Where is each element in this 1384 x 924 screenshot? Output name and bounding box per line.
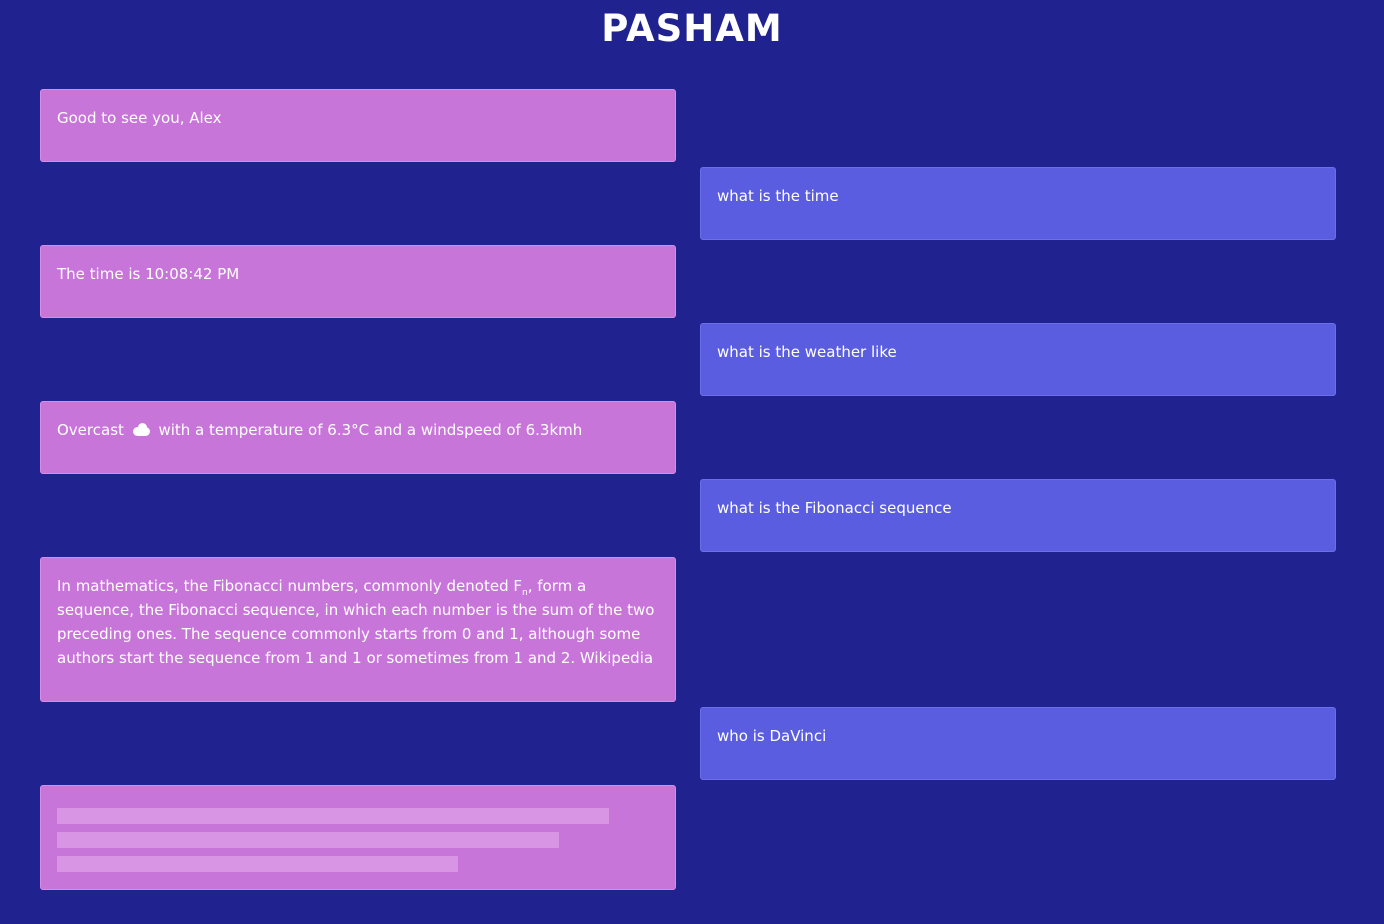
user-message-time: what is the time: [700, 167, 1336, 240]
bot-message-fibonacci: In mathematics, the Fibonacci numbers, c…: [40, 557, 676, 702]
message-text: what is the Fibonacci sequence: [717, 499, 952, 517]
bot-message-loading: [40, 785, 676, 890]
user-message-fibonacci: what is the Fibonacci sequence: [700, 479, 1336, 552]
message-text-part1: In mathematics, the Fibonacci numbers, c…: [57, 577, 522, 595]
user-message-weather: what is the weather like: [700, 323, 1336, 396]
message-text: who is DaVinci: [717, 727, 827, 745]
cloud-icon: [132, 423, 150, 436]
message-text: Good to see you, Alex: [57, 109, 222, 127]
bot-message-time: The time is 10:08:42 PM: [40, 245, 676, 318]
bot-message-greeting: Good to see you, Alex: [40, 89, 676, 162]
message-text: what is the time: [717, 187, 839, 205]
loading-skeleton-line: [57, 856, 458, 872]
message-text: The time is 10:08:42 PM: [57, 265, 240, 283]
bot-message-weather: Overcast with a temperature of 6.3°C and…: [40, 401, 676, 474]
loading-skeleton-line: [57, 832, 559, 848]
user-message-davinci: who is DaVinci: [700, 707, 1336, 780]
message-text: what is the weather like: [717, 343, 897, 361]
message-text-suffix: with a temperature of 6.3°C and a windsp…: [158, 421, 583, 439]
app-title: PASHAM: [601, 7, 783, 50]
message-text-prefix: Overcast: [57, 421, 124, 439]
loading-skeleton-line: [57, 808, 609, 824]
chat-app: PASHAM Good to see you, Alex what is the…: [0, 0, 1384, 924]
